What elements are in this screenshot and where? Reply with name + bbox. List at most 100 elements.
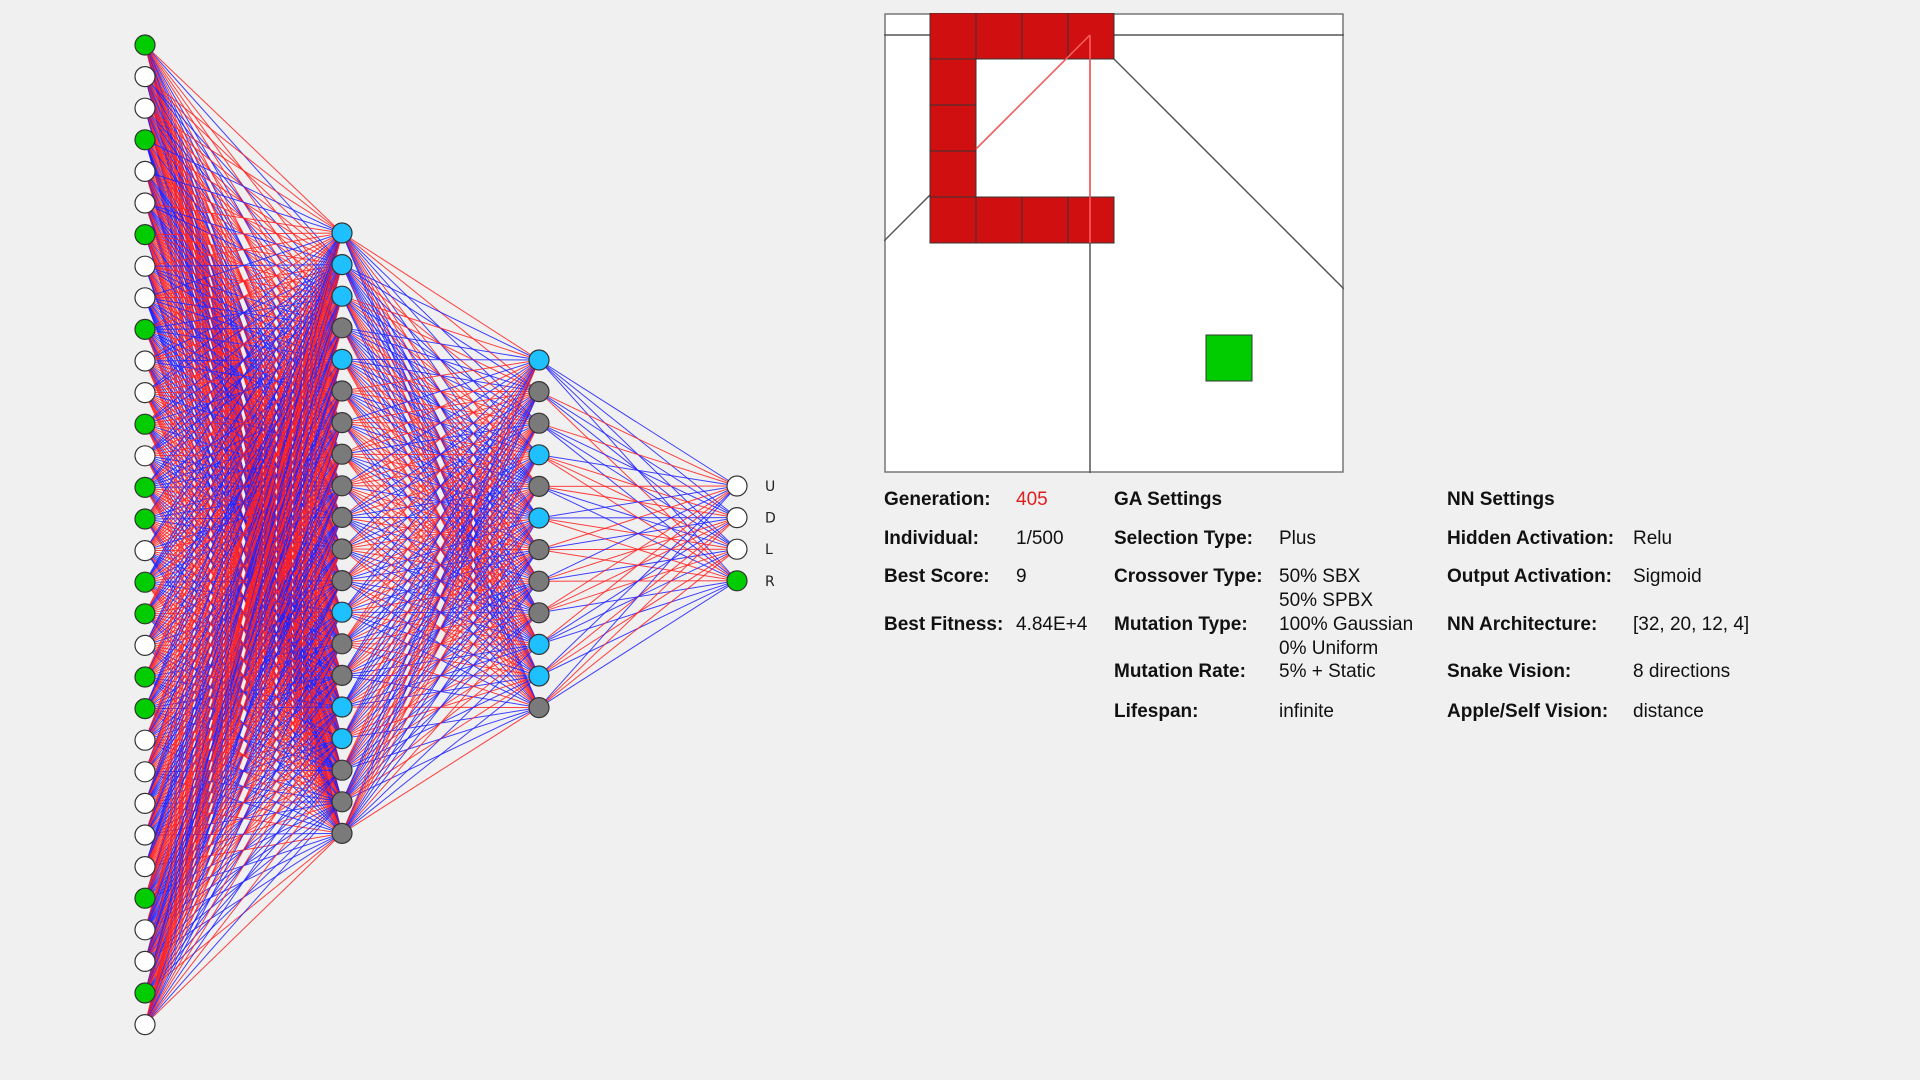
hidden2-neuron	[528, 381, 550, 403]
input-neuron	[134, 34, 156, 56]
input-neuron	[134, 666, 156, 688]
hidden2-neuron	[528, 444, 550, 466]
weight-connection	[341, 644, 540, 834]
weight-connection	[538, 485, 738, 708]
best-fitness-label: Best Fitness:	[884, 614, 1004, 635]
snake-segment	[929, 196, 977, 244]
network-connections	[144, 44, 738, 1025]
input-neuron	[134, 508, 156, 530]
output-neuron	[726, 570, 748, 592]
snake-segment	[1021, 196, 1069, 244]
input-neuron	[134, 855, 156, 878]
input-neuron	[134, 65, 156, 88]
weight-connection	[341, 358, 540, 361]
weight-connection	[538, 548, 738, 708]
ga-settings-heading: GA Settings	[1114, 489, 1223, 510]
hidden1-neuron	[331, 222, 353, 244]
hidden2-neuron	[528, 507, 550, 529]
mutation-rate-label: Mutation Rate:	[1114, 661, 1246, 682]
best-fitness-value: 4.84E+4	[1016, 614, 1088, 635]
hidden1-neuron	[331, 475, 353, 497]
snake-segment	[929, 58, 977, 106]
hidden2-neuron	[528, 538, 550, 561]
hidden1-neuron	[331, 664, 353, 687]
best-score-label: Best Score:	[884, 566, 990, 587]
input-neuron	[134, 129, 156, 151]
best-score-value: 9	[1016, 566, 1027, 587]
weight-connection	[341, 232, 540, 361]
input-neuron	[134, 255, 156, 277]
hidden1-neuron	[331, 348, 353, 370]
input-neuron	[134, 224, 156, 246]
input-neuron	[134, 603, 156, 625]
nn-architecture-value: [32, 20, 12, 4]	[1633, 614, 1750, 635]
apple-self-vision-value: distance	[1633, 701, 1704, 722]
mutation-rate-value: 5% + Static	[1279, 661, 1376, 682]
hidden1-neuron	[331, 412, 353, 434]
hidden-activation-label: Hidden Activation:	[1447, 528, 1615, 549]
output-activation-label: Output Activation:	[1447, 566, 1612, 587]
input-neuron	[134, 97, 156, 119]
mutation-type-value-2: 0% Uniform	[1279, 638, 1379, 659]
snake-segment	[975, 196, 1023, 244]
apple	[1205, 334, 1253, 382]
snake-ai-window: UDLR Generation: 405 Individual: 1/500 B…	[0, 0, 1920, 1080]
input-neuron	[134, 382, 156, 404]
output-neuron	[726, 538, 748, 560]
input-neuron	[134, 571, 156, 593]
output-label-r: R	[765, 574, 775, 590]
weight-connection	[341, 295, 540, 361]
hidden1-neuron	[331, 633, 353, 655]
output-activation-value: Sigmoid	[1633, 566, 1702, 587]
hidden1-neuron	[331, 791, 353, 813]
input-neuron	[134, 982, 156, 1004]
input-neuron	[134, 413, 156, 435]
snake-vision-value: 8 directions	[1633, 661, 1731, 682]
hidden2-neuron	[528, 349, 550, 371]
nn-settings-heading: NN Settings	[1447, 489, 1555, 510]
input-neuron	[134, 350, 156, 372]
input-neuron	[134, 476, 156, 498]
snake-segment	[1067, 196, 1115, 244]
hidden1-neuron	[331, 538, 353, 560]
hidden2-neuron	[528, 602, 550, 624]
weight-connection	[538, 359, 738, 487]
weight-connection	[538, 580, 738, 709]
input-neuron	[134, 697, 156, 720]
snake-segment	[1067, 13, 1115, 60]
output-neuron	[726, 475, 748, 497]
input-neuron	[134, 729, 156, 751]
output-label-d: D	[765, 511, 776, 527]
hidden1-neuron	[331, 759, 353, 781]
input-neuron	[134, 1013, 156, 1036]
input-neuron	[134, 634, 156, 657]
hidden2-neuron	[528, 696, 550, 719]
generation-label: Generation:	[884, 489, 991, 510]
weight-connection	[538, 517, 738, 708]
output-neuron	[726, 506, 748, 529]
apple-self-vision-label: Apple/Self Vision:	[1447, 701, 1609, 722]
snake-segment	[929, 104, 977, 152]
nn-architecture-label: NN Architecture:	[1447, 614, 1598, 635]
mutation-type-value-1: 100% Gaussian	[1279, 614, 1414, 635]
input-neuron	[134, 792, 156, 815]
input-neuron	[134, 445, 156, 467]
weight-connection	[538, 485, 738, 645]
snake-game-board	[884, 13, 1344, 473]
output-label-l: L	[765, 542, 773, 558]
hidden-activation-value: Relu	[1633, 528, 1673, 549]
weight-connection	[341, 707, 540, 834]
crossover-type-label: Crossover Type:	[1114, 566, 1263, 587]
input-neuron	[134, 318, 156, 340]
input-neuron	[134, 539, 156, 562]
output-label-u: U	[765, 479, 775, 495]
hidden2-neuron	[528, 665, 550, 687]
individual-value: 1/500	[1016, 528, 1064, 549]
weight-connection	[538, 422, 738, 487]
hidden1-neuron	[331, 727, 353, 750]
snake-segment	[929, 150, 977, 198]
hidden1-neuron	[331, 380, 353, 402]
weight-connection	[538, 454, 738, 487]
input-neuron	[134, 160, 156, 182]
crossover-type-value-1: 50% SBX	[1279, 566, 1361, 587]
